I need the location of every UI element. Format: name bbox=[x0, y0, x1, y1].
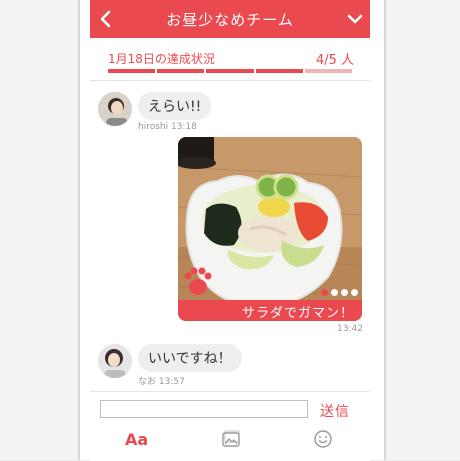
achievement-status: 1月18日の達成状況 4/5 人 bbox=[90, 38, 370, 81]
achievement-segment bbox=[206, 69, 254, 73]
chat-title: お昼少なめチーム bbox=[166, 10, 294, 29]
avatar[interactable] bbox=[98, 344, 132, 378]
achievement-count: 4/5 人 bbox=[315, 53, 354, 68]
message-time: 13:42 bbox=[337, 324, 363, 334]
achievement-segment bbox=[304, 69, 353, 73]
background-right bbox=[386, 0, 460, 460]
text-style-button[interactable]: Aa bbox=[125, 430, 148, 449]
smiley-icon[interactable] bbox=[313, 429, 333, 449]
avatar[interactable] bbox=[98, 92, 132, 126]
achievement-label: 1月18日の達成状況 bbox=[108, 52, 215, 66]
pager-dot[interactable] bbox=[341, 289, 348, 296]
back-icon[interactable] bbox=[96, 9, 116, 29]
photo-caption: サラダでガマン！ bbox=[178, 300, 362, 321]
message-bubble: えらい!! bbox=[138, 92, 212, 120]
message-meta: なお 13:57 bbox=[138, 377, 185, 387]
message-row: いいですね！ なお 13:57 bbox=[98, 344, 242, 387]
photo-pager bbox=[321, 289, 358, 296]
pager-dot[interactable] bbox=[321, 289, 328, 296]
chevron-down-icon[interactable] bbox=[346, 10, 364, 28]
message-bubble: いいですね！ bbox=[138, 344, 242, 372]
background-left bbox=[0, 0, 78, 460]
message-input[interactable] bbox=[100, 400, 308, 418]
message-meta: hiroshi 13:18 bbox=[138, 122, 197, 132]
achievement-segment bbox=[255, 69, 303, 73]
send-button[interactable]: 送信 bbox=[320, 401, 350, 421]
achievement-bar bbox=[108, 69, 353, 73]
message-row: えらい!! hiroshi 13:18 bbox=[98, 92, 212, 132]
composer: 送信 Aa bbox=[90, 391, 370, 461]
achievement-segment bbox=[157, 69, 205, 73]
chat-header: お昼少なめチーム bbox=[90, 0, 370, 38]
pager-dot[interactable] bbox=[331, 289, 338, 296]
pager-dot[interactable] bbox=[351, 289, 358, 296]
image-icon[interactable] bbox=[221, 429, 241, 449]
achievement-segment bbox=[108, 69, 156, 73]
